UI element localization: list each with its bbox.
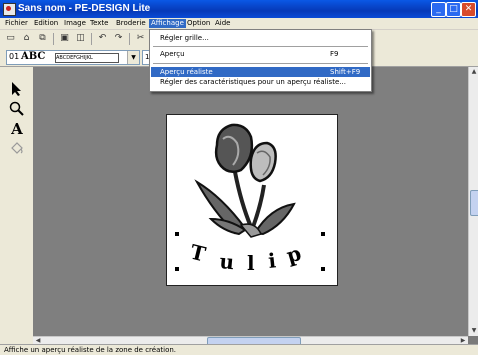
menu-texte[interactable]: Texte (88, 19, 110, 28)
toolbar-separator (129, 33, 130, 45)
import-icon[interactable]: ⧉ (36, 32, 49, 45)
design-page[interactable]: T u l i p (166, 114, 338, 286)
vertical-scroll-thumb[interactable] (470, 190, 478, 216)
new-icon[interactable]: ▭ (4, 32, 17, 45)
vertical-scrollbar[interactable]: ▲ ▼ (468, 67, 478, 336)
menu-item-regler-grille[interactable]: Régler grille... (151, 33, 370, 43)
tulip-stem (251, 184, 266, 228)
design-letter: p (284, 241, 304, 268)
menu-option[interactable]: Option (185, 19, 212, 28)
open-icon[interactable]: ⌂ (20, 32, 33, 45)
app-icon (3, 3, 16, 16)
font-number: 01 (9, 52, 20, 61)
toolbar-separator (53, 33, 54, 45)
window-title: Sans nom - PE-DESIGN Lite (18, 3, 151, 14)
undo-icon[interactable]: ↶ (96, 32, 109, 45)
save-icon[interactable]: ▣ (58, 32, 71, 45)
zoom-icon[interactable] (7, 101, 27, 119)
menu-affichage[interactable]: Affichage (149, 19, 186, 28)
menu-broderie[interactable]: Broderie (114, 19, 148, 28)
menu-image[interactable]: Image (62, 19, 88, 28)
design-letter: T (188, 240, 208, 267)
menu-item-apercu[interactable]: Aperçu F9 (151, 49, 370, 59)
tulip-design: T u l i p (175, 123, 325, 275)
status-text: Affiche un aperçu réaliste de la zone de… (4, 346, 177, 354)
chevron-down-icon[interactable]: ▼ (127, 51, 139, 64)
scroll-up-icon[interactable]: ▲ (469, 67, 478, 77)
toolbar-separator (91, 33, 92, 45)
select-arrow-icon[interactable] (7, 81, 27, 99)
font-preview: ABCDEFGHIJKL (55, 53, 119, 63)
menu-edition[interactable]: Edition (32, 19, 60, 28)
cut-icon[interactable]: ✂ (134, 32, 147, 45)
close-button[interactable]: ✕ (461, 2, 476, 17)
save-as-icon[interactable]: ◫ (74, 32, 87, 45)
corner-marker (175, 232, 179, 236)
corner-marker (321, 232, 325, 236)
status-bar: Affiche un aperçu réaliste de la zone de… (0, 344, 478, 355)
menu-item-apercu-realiste[interactable]: Aperçu réaliste Shift+F9 (151, 67, 370, 77)
menu-fichier[interactable]: Fichier (3, 19, 30, 28)
menu-item-regler-caracteristiques[interactable]: Régler des caractéristiques pour un aper… (151, 77, 370, 87)
affichage-menu: Régler grille... Aperçu F9 Aperçu réalis… (149, 29, 372, 92)
scroll-down-icon[interactable]: ▼ (469, 326, 478, 336)
title-bar: Sans nom - PE-DESIGN Lite _ □ ✕ (0, 0, 478, 18)
menu-separator (153, 63, 368, 64)
bucket-icon[interactable] (7, 140, 27, 158)
design-canvas[interactable]: T u l i p (33, 67, 468, 336)
minimize-button[interactable]: _ (431, 2, 446, 17)
tool-palette: A (0, 67, 33, 344)
design-letter: i (267, 248, 277, 273)
design-letter: l (247, 251, 255, 275)
font-sample: ABC (21, 51, 46, 62)
text-icon[interactable]: A (7, 120, 27, 138)
menu-separator (153, 46, 368, 47)
redo-icon[interactable]: ↷ (112, 32, 125, 45)
corner-marker (175, 267, 179, 271)
menu-aide[interactable]: Aide (213, 19, 232, 28)
design-letter: u (219, 249, 236, 274)
tulip-flower-light (249, 141, 277, 183)
corner-marker (321, 267, 325, 271)
font-select[interactable]: 01 ABC ABCDEFGHIJKL ▼ (6, 50, 140, 65)
maximize-button[interactable]: □ (446, 2, 461, 17)
